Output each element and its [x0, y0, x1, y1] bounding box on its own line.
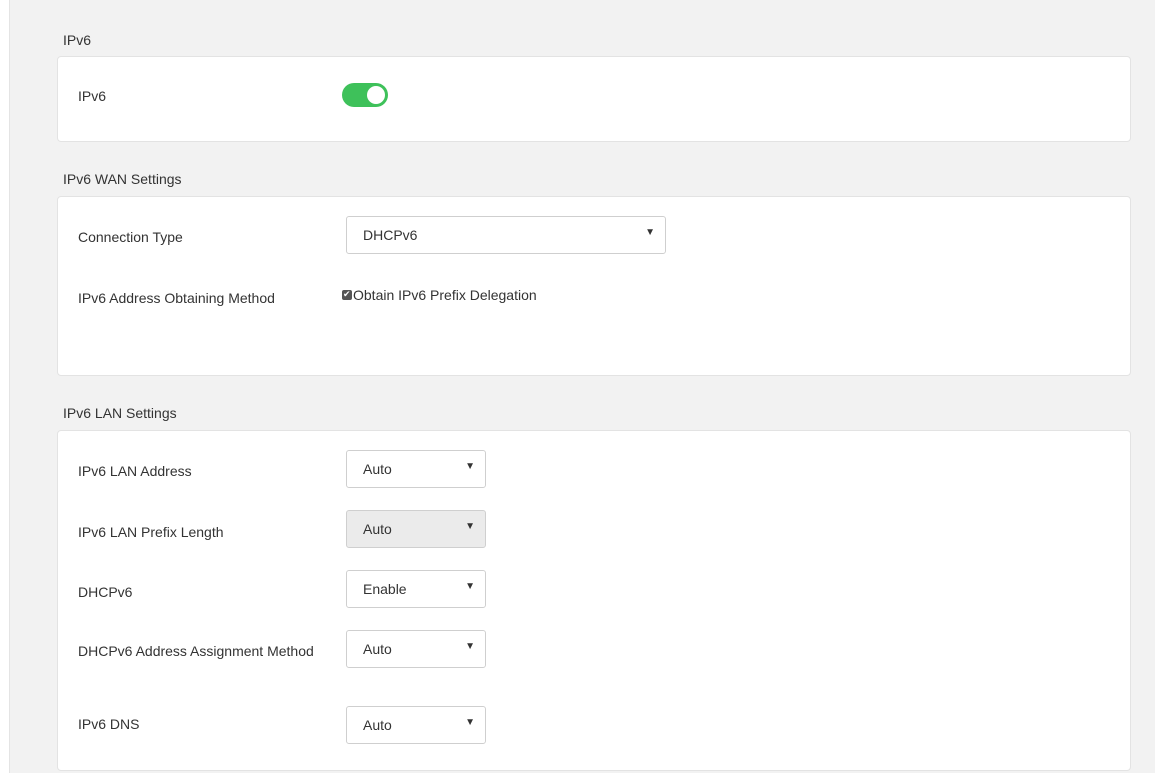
- dhcpv6-assignment-value: Auto: [363, 641, 392, 657]
- ipv6-dns-value: Auto: [363, 717, 392, 733]
- chevron-down-icon: ▼: [465, 581, 475, 592]
- lan-prefix-length-select: Auto ▼: [346, 510, 486, 548]
- left-sidebar-edge: [0, 0, 10, 773]
- section-title-lan: IPv6 LAN Settings: [63, 405, 177, 421]
- prefix-delegation-option[interactable]: ✔ Obtain IPv6 Prefix Delegation: [342, 287, 537, 303]
- prefix-delegation-checkbox[interactable]: ✔: [342, 289, 352, 300]
- ipv6-toggle[interactable]: [342, 83, 388, 107]
- connection-type-label: Connection Type: [78, 229, 183, 245]
- dhcpv6-assignment-select[interactable]: Auto ▼: [346, 630, 486, 668]
- dhcpv6-label: DHCPv6: [78, 584, 133, 600]
- dhcpv6-value: Enable: [363, 581, 407, 597]
- dhcpv6-select[interactable]: Enable ▼: [346, 570, 486, 608]
- lan-panel: IPv6 LAN Address Auto ▼ IPv6 LAN Prefix …: [57, 430, 1131, 771]
- ipv6-toggle-label: IPv6: [78, 88, 107, 104]
- chevron-down-icon: ▼: [645, 227, 655, 238]
- lan-address-label: IPv6 LAN Address: [78, 463, 192, 479]
- chevron-down-icon: ▼: [465, 717, 475, 728]
- chevron-down-icon: ▼: [465, 461, 475, 472]
- section-title-ipv6: IPv6: [63, 32, 92, 48]
- dhcpv6-assignment-label: DHCPv6 Address Assignment Method: [78, 643, 314, 659]
- prefix-delegation-label: Obtain IPv6 Prefix Delegation: [353, 287, 537, 303]
- wan-panel: Connection Type DHCPv6 ▼ IPv6 Address Ob…: [57, 196, 1131, 376]
- connection-type-select[interactable]: DHCPv6 ▼: [346, 216, 666, 254]
- chevron-down-icon: ▼: [465, 521, 475, 532]
- ipv6-settings-page: IPv6 IPv6 IPv6 WAN Settings Connection T…: [10, 0, 1155, 773]
- toggle-knob: [367, 86, 385, 104]
- section-title-wan: IPv6 WAN Settings: [63, 171, 182, 187]
- ipv6-dns-select[interactable]: Auto ▼: [346, 706, 486, 744]
- chevron-down-icon: ▼: [465, 641, 475, 652]
- checkmark-icon: ✔: [343, 289, 351, 299]
- connection-type-value: DHCPv6: [363, 227, 418, 243]
- lan-prefix-length-value: Auto: [363, 521, 392, 537]
- lan-address-select[interactable]: Auto ▼: [346, 450, 486, 488]
- address-method-label: IPv6 Address Obtaining Method: [78, 290, 275, 306]
- ipv6-dns-label: IPv6 DNS: [78, 716, 140, 732]
- ipv6-panel: IPv6: [57, 56, 1131, 142]
- lan-prefix-length-label: IPv6 LAN Prefix Length: [78, 524, 224, 540]
- lan-address-value: Auto: [363, 461, 392, 477]
